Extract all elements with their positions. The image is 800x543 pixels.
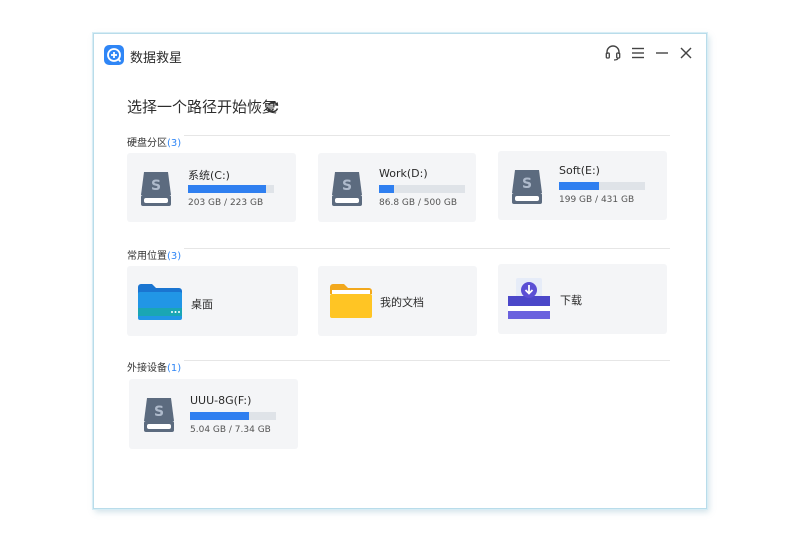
hard-drive-icon: S xyxy=(510,167,544,211)
section-divider xyxy=(184,135,670,136)
minimize-icon[interactable] xyxy=(653,44,671,62)
section-title-locations: 常用位置(3) xyxy=(127,251,182,262)
location-label: 下载 xyxy=(560,294,582,307)
disk-usage-fill xyxy=(188,185,267,193)
svg-text:S: S xyxy=(154,404,164,420)
menu-icon[interactable] xyxy=(629,44,647,62)
disk-card-e[interactable]: S Soft(E:) 199 GB / 431 GB xyxy=(498,151,667,220)
disk-usage-fill xyxy=(379,185,394,193)
disk-size-text: 5.04 GB / 7.34 GB xyxy=(190,425,271,435)
svg-text:S: S xyxy=(522,176,532,192)
title-bar: 数据救星 xyxy=(94,34,706,74)
svg-text:S: S xyxy=(342,178,352,194)
disk-size-text: 203 GB / 223 GB xyxy=(188,198,264,208)
app-title: 数据救星 xyxy=(130,51,183,66)
section-divider xyxy=(184,360,670,361)
disk-label: Soft(E:) xyxy=(559,164,600,177)
disk-usage-fill xyxy=(190,412,250,420)
disk-size-text: 86.8 GB / 500 GB xyxy=(379,198,457,208)
disk-card-c[interactable]: S 系统(C:) 203 GB / 223 GB xyxy=(127,153,296,222)
app-logo-icon xyxy=(104,45,124,65)
disk-usage-fill xyxy=(559,182,599,190)
external-card-uuu8g[interactable]: S UUU-8G(F:) 5.04 GB / 7.34 GB xyxy=(129,379,298,449)
support-headset-icon[interactable] xyxy=(604,44,622,62)
location-label: 我的文档 xyxy=(380,296,424,309)
folder-icon xyxy=(330,284,372,322)
refresh-icon[interactable] xyxy=(266,99,280,113)
disk-usage-bar xyxy=(559,182,645,190)
disk-label: 系统(C:) xyxy=(188,169,230,182)
location-label: 桌面 xyxy=(191,298,213,311)
section-title-disks: 硬盘分区(3) xyxy=(127,138,182,149)
svg-text:S: S xyxy=(151,178,161,194)
desktop-folder-icon xyxy=(138,284,182,324)
location-card-documents[interactable]: 我的文档 xyxy=(318,266,477,336)
page-title: 选择一个路径开始恢复 xyxy=(127,98,278,116)
hard-drive-icon: S xyxy=(139,169,173,213)
disk-usage-bar xyxy=(188,185,274,193)
section-title-external: 外接设备(1) xyxy=(127,363,182,374)
disk-label: Work(D:) xyxy=(379,167,428,180)
disk-size-text: 199 GB / 431 GB xyxy=(559,195,635,205)
location-card-downloads[interactable]: 下载 xyxy=(498,264,667,334)
app-window: 数据救星 选择一个路径开始恢复 硬盘分区(3) S 系统(C:) 203 GB … xyxy=(93,33,707,509)
location-card-desktop[interactable]: 桌面 xyxy=(127,266,298,336)
disk-card-d[interactable]: S Work(D:) 86.8 GB / 500 GB xyxy=(318,153,476,222)
disk-usage-bar xyxy=(190,412,276,420)
disk-label: UUU-8G(F:) xyxy=(190,394,252,407)
download-tray-icon xyxy=(508,278,550,324)
section-divider xyxy=(184,248,670,249)
hard-drive-icon: S xyxy=(330,169,364,213)
close-icon[interactable] xyxy=(677,44,695,62)
hard-drive-icon: S xyxy=(142,395,176,439)
disk-usage-bar xyxy=(379,185,465,193)
